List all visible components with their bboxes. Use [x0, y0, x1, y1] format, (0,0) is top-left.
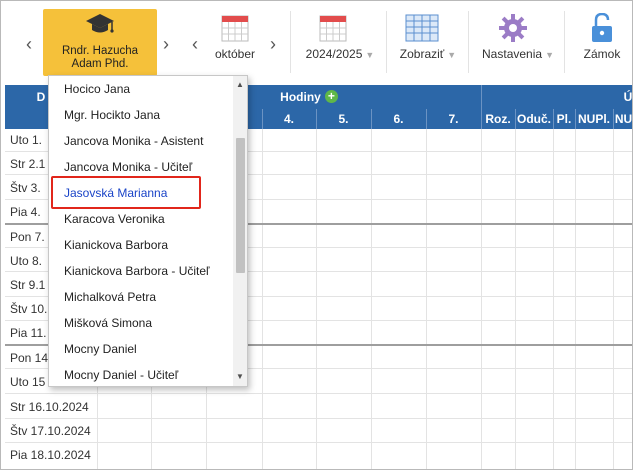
settings-label: Nastavenia: [482, 47, 543, 61]
dropdown-item[interactable]: Mgr. Hocikto Jana: [49, 102, 232, 128]
dropdown-item[interactable]: Jancova Monika - Učiteľ: [49, 154, 232, 180]
table-view-icon: [405, 14, 439, 42]
hours-group-label: Hodiny: [280, 90, 321, 104]
stat-col-nu[interactable]: NU: [613, 112, 632, 126]
day-column-header: D: [36, 90, 46, 104]
dropdown-scrollbar[interactable]: ▲ ▼: [233, 76, 247, 386]
group-divider: [481, 85, 482, 109]
stat-col-pl[interactable]: Pl.: [553, 112, 575, 126]
hours-group-header: Hodiny +: [249, 90, 369, 104]
col-divider: [371, 109, 372, 129]
user-name-line1: Rndr. Hazucha: [61, 45, 139, 57]
row-line: [5, 393, 632, 394]
dropdown-item[interactable]: Mišková Simona: [49, 310, 232, 336]
user-name-line2: Adam Phd.: [71, 58, 129, 70]
user-dropdown-list[interactable]: Hocico Jana Mgr. Hocikto Jana Jancova Mo…: [48, 75, 248, 387]
stats-group-header: Ú: [623, 90, 633, 104]
col-divider: [515, 109, 516, 129]
stat-col-nupl[interactable]: NUPl.: [575, 112, 613, 126]
dropdown-item[interactable]: Kianickova Barbora: [49, 232, 232, 258]
row-line: [5, 418, 632, 419]
view-label: Zobraziť: [399, 47, 445, 61]
col-divider: [481, 109, 482, 129]
graduation-cap-icon: [86, 14, 114, 33]
user-select-button[interactable]: Rndr. Hazucha Adam Phd.: [43, 9, 157, 76]
dropdown-item[interactable]: Kianickova Barbora - Učiteľ: [49, 258, 232, 284]
toolbar: ‹ Rndr. Hazucha Adam Phd. › ‹ október › …: [1, 1, 632, 85]
toolbar-divider: [564, 11, 565, 73]
dropdown-item[interactable]: Mocny Daniel: [49, 336, 232, 362]
unlocked-padlock-icon: [592, 13, 612, 42]
add-hour-icon[interactable]: +: [324, 90, 338, 103]
col-divider: [426, 109, 427, 129]
settings-menu[interactable]: Nastavenia ▼: [478, 9, 558, 76]
calendar-year-icon: [319, 15, 347, 42]
toolbar-divider: [290, 11, 291, 73]
dropdown-item[interactable]: Mocny Daniel - Učiteľ: [49, 362, 232, 386]
school-year-label: 2024/2025: [305, 47, 363, 61]
app-window: ‹ Rndr. Hazucha Adam Phd. › ‹ október › …: [0, 0, 633, 470]
day-row-label: Pia 18.10.2024: [10, 448, 91, 462]
prev-month-arrow[interactable]: ‹: [192, 35, 198, 53]
gear-icon: [499, 14, 527, 42]
dropdown-item-selected[interactable]: Jasovská Marianna: [49, 180, 232, 206]
chevron-down-icon: ▼: [447, 50, 457, 60]
view-selector[interactable]: Zobraziť ▼: [395, 9, 461, 76]
hour-col-4[interactable]: 4.: [262, 112, 316, 126]
col-divider: [575, 109, 576, 129]
col-divider: [613, 109, 614, 129]
chevron-down-icon: ▼: [545, 50, 554, 60]
row-line: [5, 442, 632, 443]
next-month-arrow[interactable]: ›: [270, 35, 276, 53]
dropdown-item[interactable]: Jancova Monika - Asistent: [49, 128, 232, 154]
scroll-down-arrow-icon[interactable]: ▼: [233, 370, 247, 384]
col-divider: [262, 109, 263, 129]
toolbar-divider: [386, 11, 387, 73]
col-divider: [553, 109, 554, 129]
hour-col-5[interactable]: 5.: [316, 112, 371, 126]
day-row-label: Str 16.10.2024: [10, 400, 89, 414]
dropdown-item[interactable]: Karacova Veronika: [49, 206, 232, 232]
col-divider: [316, 109, 317, 129]
school-year-selector[interactable]: 2024/2025 ▼: [301, 9, 379, 76]
hour-col-7[interactable]: 7.: [426, 112, 481, 126]
toolbar-divider: [468, 11, 469, 73]
scroll-up-arrow-icon[interactable]: ▲: [233, 78, 247, 92]
month-label: október: [214, 47, 256, 61]
scrollbar-thumb[interactable]: [236, 138, 245, 273]
calendar-icon: [221, 15, 249, 42]
month-selector[interactable]: október: [207, 9, 263, 76]
stat-col-roz[interactable]: Roz.: [481, 112, 515, 126]
day-row-label: Štv 17.10.2024: [10, 424, 91, 438]
stat-col-oduc[interactable]: Oduč.: [515, 112, 553, 126]
hour-col-6[interactable]: 6.: [371, 112, 426, 126]
next-user-arrow[interactable]: ›: [163, 35, 169, 53]
dropdown-item[interactable]: Michalková Petra: [49, 284, 232, 310]
dropdown-item[interactable]: Hocico Jana: [49, 76, 232, 102]
lock-button[interactable]: Zámok: [574, 9, 630, 76]
prev-user-arrow[interactable]: ‹: [26, 35, 32, 53]
chevron-down-icon: ▼: [365, 50, 375, 60]
lock-label: Zámok: [583, 47, 621, 61]
